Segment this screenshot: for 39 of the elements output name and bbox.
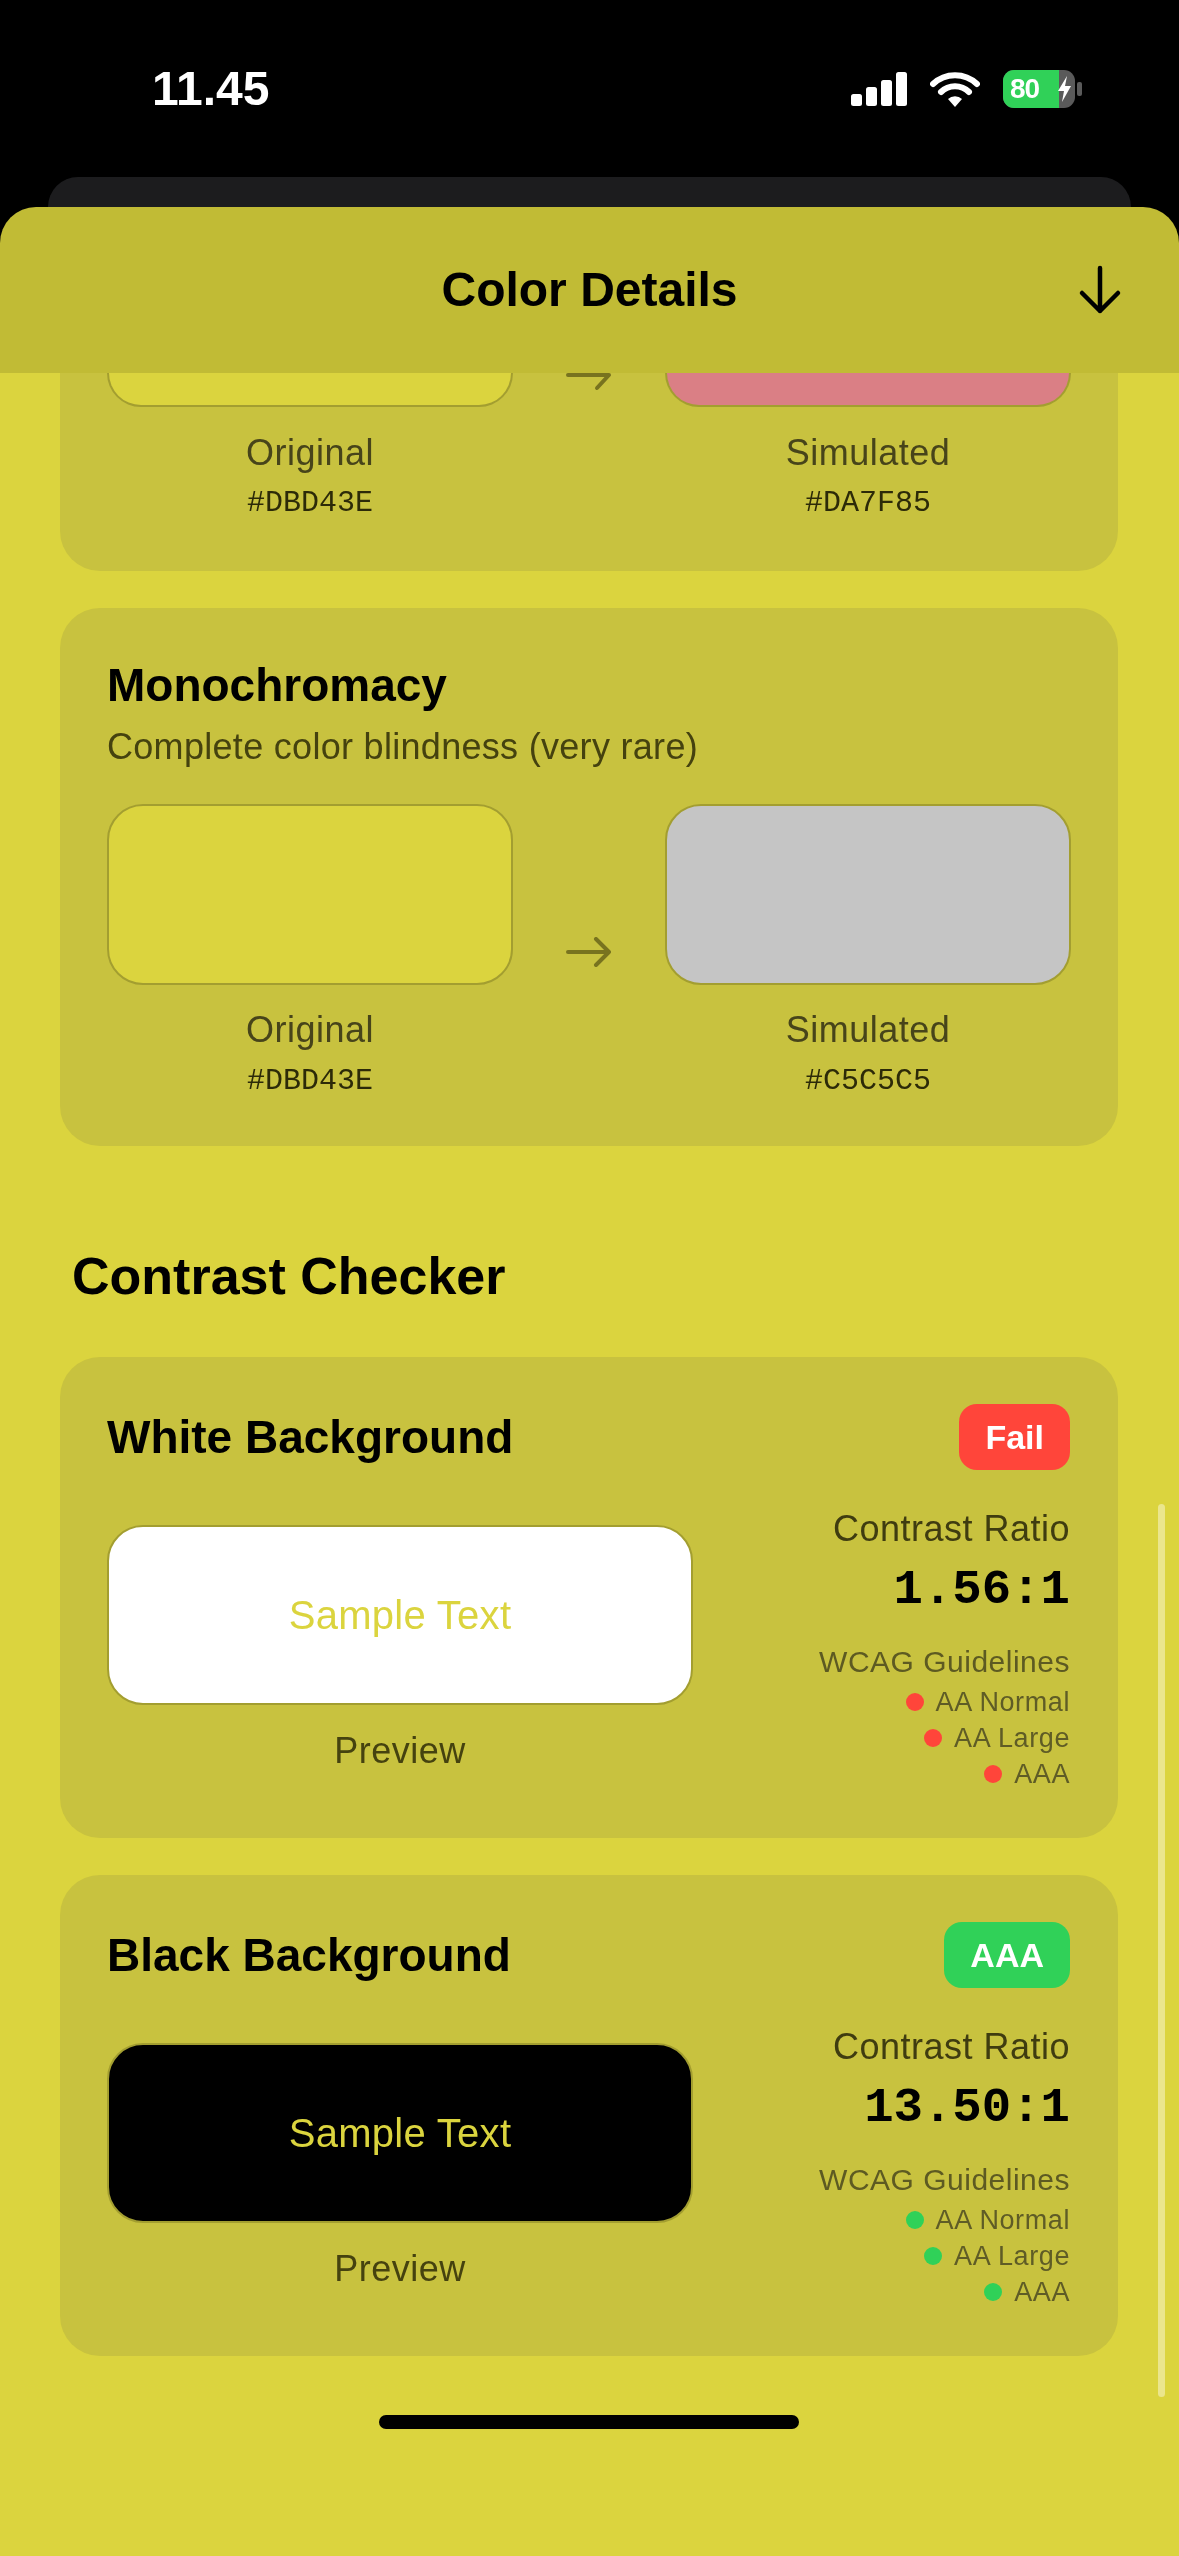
swatch-label: Simulated <box>785 431 951 475</box>
guideline-label: AA Normal <box>935 1686 1070 1719</box>
status-time: 11.45 <box>152 60 270 117</box>
sheet-title: Color Details <box>441 262 738 318</box>
card-title: Black Background <box>107 1928 511 1982</box>
swatch-label: Original <box>245 431 375 475</box>
ratio-label: Contrast Ratio <box>832 1507 1070 1551</box>
signal-icon <box>851 71 907 106</box>
guidelines-title: WCAG Guidelines <box>819 2162 1070 2198</box>
preview-label: Preview <box>334 1729 466 1773</box>
guideline-label: AAA <box>1014 2276 1070 2309</box>
status-badge: AAA <box>944 1922 1070 1988</box>
arrow-icon <box>566 936 612 967</box>
card-description: Complete color blindness (very rare) <box>107 725 700 769</box>
battery-percentage: 80 <box>1010 71 1040 106</box>
wifi-icon <box>930 70 980 107</box>
swatch-label: Simulated <box>785 1008 951 1052</box>
sample-text: Sample Text <box>288 2110 512 2157</box>
section-heading: Contrast Checker <box>72 1246 507 1307</box>
hex-code: #DBD43E <box>247 1063 373 1099</box>
guideline-label: AA Large <box>954 2240 1070 2273</box>
hex-code: #C5C5C5 <box>805 1063 931 1099</box>
down-arrow-icon[interactable] <box>1078 265 1122 315</box>
guidelines-title: WCAG Guidelines <box>819 1644 1070 1680</box>
sample-text: Sample Text <box>288 1592 512 1639</box>
guideline-label: AAA <box>1014 1758 1070 1791</box>
ratio-label: Contrast Ratio <box>832 2025 1070 2069</box>
contrast-ratio: 13.50:1 <box>864 2080 1070 2136</box>
guideline-label: AA Normal <box>935 2204 1070 2237</box>
card-title: White Background <box>107 1410 514 1464</box>
card-title: Monochromacy <box>107 658 448 712</box>
status-badge: Fail <box>959 1404 1070 1470</box>
battery-icon <box>1003 69 1082 108</box>
guideline-label: AA Large <box>954 1722 1070 1755</box>
hex-code: #DA7F85 <box>805 485 931 521</box>
contrast-ratio: 1.56:1 <box>893 1562 1070 1618</box>
swatch-label: Original <box>245 1008 375 1052</box>
preview-label: Preview <box>334 2247 466 2291</box>
hex-code: #DBD43E <box>247 485 373 521</box>
